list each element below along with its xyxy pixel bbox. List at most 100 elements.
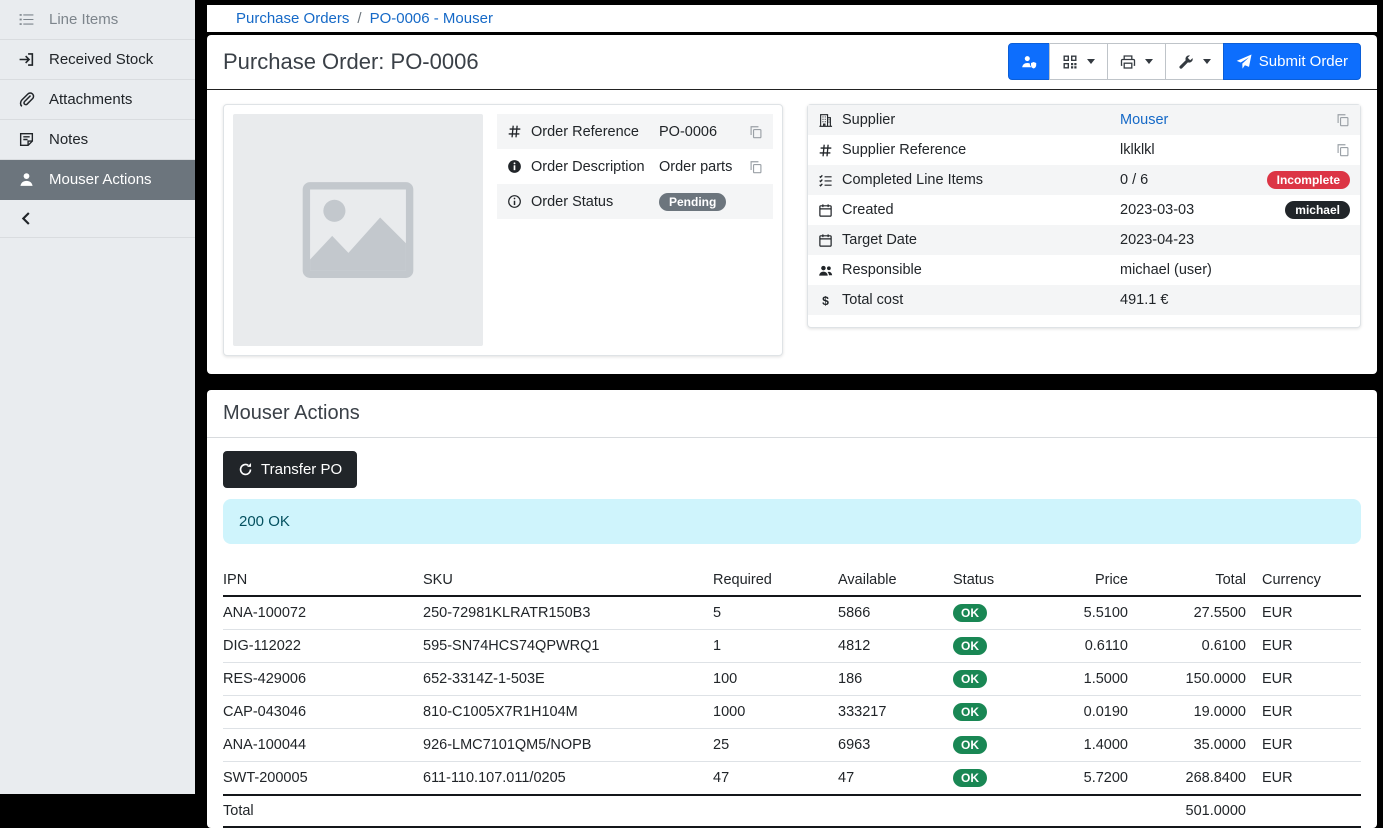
status-badge-incomplete: Incomplete	[1267, 171, 1350, 189]
parts-table-row-swt-200005: SWT-200005611-110.107.011/02054747OK5.72…	[223, 762, 1361, 796]
admin-view-button[interactable]	[1008, 43, 1050, 80]
cell-available: 4812	[838, 630, 953, 663]
sidebar-item-label: Notes	[49, 131, 88, 148]
dollar-icon: $	[818, 293, 842, 308]
transfer-po-button[interactable]: Transfer PO	[223, 451, 357, 488]
printer-icon	[1120, 54, 1136, 70]
chevron-left-icon	[18, 210, 35, 227]
cell-price: 1.4000	[1053, 729, 1128, 762]
mouser-actions-title: Mouser Actions	[223, 402, 1361, 425]
copy-icon[interactable]	[749, 160, 763, 174]
detail-row-extra: Incomplete	[1267, 171, 1350, 189]
detail-row-target-date: Target Date2023-04-23	[808, 225, 1360, 255]
order-actions-button[interactable]	[1165, 43, 1224, 80]
cell-ipn: ANA-100072	[223, 596, 423, 630]
cell-total: 35.0000	[1128, 729, 1246, 762]
barcode-actions-button[interactable]	[1049, 43, 1108, 80]
cell-status: OK	[953, 762, 1053, 796]
sidebar-nav: Line ItemsReceived StockAttachments Notes…	[0, 0, 195, 200]
mouser-actions-panel: Mouser Actions Transfer PO 200 OK IPNSKU…	[207, 390, 1377, 828]
part-image-placeholder[interactable]	[233, 114, 483, 346]
detail-value: 2023-03-03	[1120, 202, 1194, 218]
submit-order-button[interactable]: Submit Order	[1223, 43, 1361, 80]
list-icon	[18, 11, 35, 28]
status-badge-pending: Pending	[659, 193, 726, 211]
cell-ipn: CAP-043046	[223, 696, 423, 729]
cell-price: 5.5100	[1053, 596, 1128, 630]
breadcrumb-link-purchase-orders[interactable]: Purchase Orders	[236, 10, 349, 27]
cell-required: 100	[713, 663, 838, 696]
copy-icon[interactable]	[1336, 143, 1350, 157]
status-badge-ok: OK	[953, 670, 987, 688]
order-details-card: Order ReferencePO-0006Order DescriptionO…	[223, 104, 783, 356]
detail-row-supplier-reference: Supplier Referencelklklkl	[808, 135, 1360, 165]
purchase-order-panel: Purchase Order: PO-0006 Submit Order Ord…	[207, 35, 1377, 374]
detail-row-created: Created2023-03-03 michael	[808, 195, 1360, 225]
detail-value: 2023-04-23	[1120, 232, 1194, 248]
note-icon	[18, 131, 35, 148]
detail-row-extra	[1336, 113, 1350, 127]
cell-currency: EUR	[1246, 663, 1361, 696]
parts-table-row-dig-112022: DIG-112022595-SN74HCS74QPWRQ114812OK0.61…	[223, 630, 1361, 663]
status-badge-michael: michael	[1285, 201, 1350, 219]
detail-value: Order parts	[659, 159, 732, 175]
total-label: Total	[223, 795, 1128, 827]
parts-table-head: IPNSKURequiredAvailableStatusPriceTotalC…	[223, 565, 1361, 596]
cell-sku: 611-110.107.011/0205	[423, 762, 713, 796]
info-outline-icon	[507, 194, 531, 209]
hash-icon	[507, 124, 531, 139]
copy-icon[interactable]	[1336, 113, 1350, 127]
total-value: 501.0000	[1128, 795, 1246, 827]
cell-available: 5866	[838, 596, 953, 630]
detail-value: PO-0006	[659, 124, 717, 140]
cell-total: 0.6100	[1128, 630, 1246, 663]
mouser-actions-panel-header: Mouser Actions	[207, 390, 1377, 438]
sidebar-item-notes[interactable]: Notes	[0, 120, 195, 160]
cell-ipn: SWT-200005	[223, 762, 423, 796]
parts-table-total-row: Total501.0000	[223, 795, 1361, 827]
cell-currency: EUR	[1246, 696, 1361, 729]
cell-total: 268.8400	[1128, 762, 1246, 796]
transfer-po-label: Transfer PO	[261, 461, 342, 478]
cell-required: 1	[713, 630, 838, 663]
column-header-total: Total	[1128, 565, 1246, 596]
sidebar-collapse-button[interactable]	[0, 200, 195, 238]
breadcrumb: Purchase Orders / PO-0006 - Mouser	[207, 5, 1377, 32]
detail-value: Mouser	[1120, 112, 1168, 128]
detail-row-completed-line-items: Completed Line Items0 / 6Incomplete	[808, 165, 1360, 195]
info-filled-icon	[507, 159, 531, 174]
cell-required: 25	[713, 729, 838, 762]
breadcrumb-separator: /	[357, 10, 361, 27]
cell-total: 150.0000	[1128, 663, 1246, 696]
cell-price: 1.5000	[1053, 663, 1128, 696]
purchase-order-panel-header: Purchase Order: PO-0006 Submit Order	[207, 35, 1377, 90]
sidebar-item-received-stock[interactable]: Received Stock	[0, 40, 195, 80]
status-badge-ok: OK	[953, 769, 987, 787]
detail-row-total-cost: $Total cost491.1 €	[808, 285, 1360, 315]
list-check-icon	[818, 173, 842, 188]
print-actions-button[interactable]	[1107, 43, 1166, 80]
cell-status: OK	[953, 663, 1053, 696]
detail-value: 0 / 6	[1120, 172, 1148, 188]
chevron-down-icon	[1087, 59, 1095, 64]
column-header-ipn: IPN	[223, 565, 423, 596]
parts-table-foot: Total501.0000	[223, 795, 1361, 827]
alert-message: 200 OK	[223, 499, 1361, 544]
paper-plane-icon	[1236, 54, 1252, 70]
column-header-sku: SKU	[423, 565, 713, 596]
cell-available: 47	[838, 762, 953, 796]
sidebar-item-line-items[interactable]: Line Items	[0, 0, 195, 40]
column-header-available: Available	[838, 565, 953, 596]
cell-available: 333217	[838, 696, 953, 729]
copy-icon[interactable]	[749, 125, 763, 139]
svg-text:$: $	[822, 293, 829, 307]
breadcrumb-link-po-0006-mouser[interactable]: PO-0006 - Mouser	[370, 10, 493, 27]
sidebar-item-mouser-actions[interactable]: Mouser Actions	[0, 160, 195, 200]
column-header-currency: Currency	[1246, 565, 1361, 596]
supplier-link[interactable]: Mouser	[1120, 112, 1168, 128]
detail-label: Responsible	[842, 262, 1120, 278]
detail-row-order-description: Order DescriptionOrder parts	[497, 149, 773, 184]
detail-label: Target Date	[842, 232, 1120, 248]
sidebar-item-attachments[interactable]: Attachments	[0, 80, 195, 120]
detail-label: Created	[842, 202, 1120, 218]
